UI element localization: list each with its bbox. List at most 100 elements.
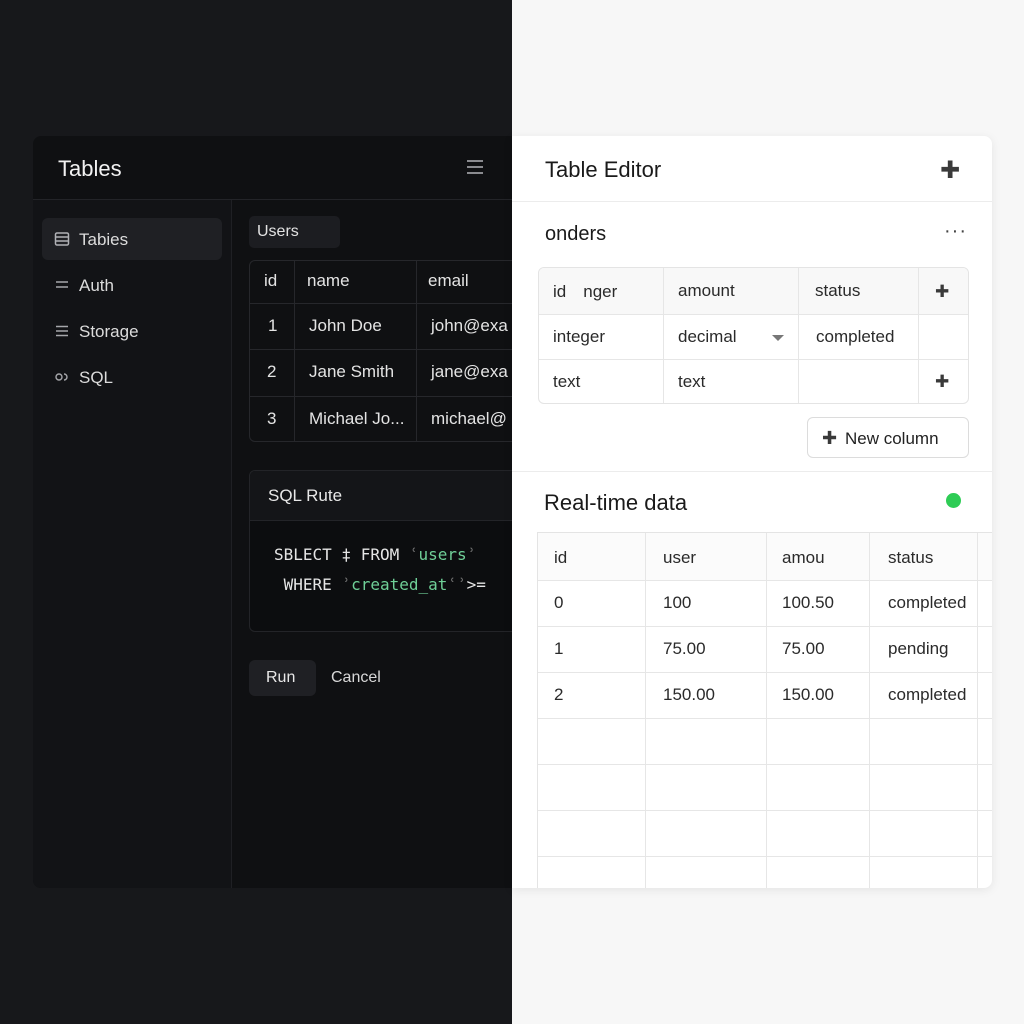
- column-header[interactable]: id: [554, 548, 567, 568]
- schema-table: id nger amount status ✚ integer decimal …: [538, 267, 969, 404]
- sidebar-item-sql[interactable]: SQL: [42, 356, 222, 398]
- table-cell[interactable]: Jane Smith: [309, 362, 394, 382]
- light-app-window: Table Editor ✚ onders ··· id nger amount…: [512, 136, 992, 888]
- row-divider: [538, 718, 992, 719]
- add-column-plus-icon[interactable]: ✚: [935, 282, 949, 302]
- new-column-button[interactable]: ✚ New column: [807, 417, 969, 458]
- row-divider: [250, 349, 512, 350]
- type-select[interactable]: decimal: [678, 327, 737, 347]
- table-cell[interactable]: 75.00: [782, 639, 825, 659]
- column-header[interactable]: id: [264, 271, 277, 291]
- column-header[interactable]: amount: [678, 281, 735, 301]
- realtime-table: id user amou status 0 100 100.50 complet…: [537, 532, 992, 888]
- table-cell[interactable]: Michael Jo...: [309, 409, 404, 429]
- column-divider: [663, 268, 664, 403]
- menu-icon: [54, 277, 70, 293]
- sidebar-item-label: Storage: [79, 322, 139, 341]
- cancel-button-label: Cancel: [331, 669, 381, 686]
- table-cell[interactable]: 1: [268, 316, 277, 336]
- sidebar: Tabies Auth Storage SQL: [33, 200, 232, 888]
- column-divider: [869, 533, 870, 888]
- column-header[interactable]: email: [428, 271, 469, 291]
- table-cell[interactable]: John Doe: [309, 316, 382, 336]
- add-row-plus-icon[interactable]: ✚: [935, 372, 949, 392]
- column-header[interactable]: status: [888, 548, 933, 568]
- tab-label: Users: [257, 223, 299, 240]
- column-divider: [294, 261, 295, 441]
- table-name: onders: [545, 223, 607, 245]
- sql-editor-header: SQL Rute: [250, 471, 512, 521]
- table-cell[interactable]: jane@exa: [431, 362, 508, 382]
- column-divider: [416, 261, 417, 441]
- run-button[interactable]: Run: [249, 660, 316, 696]
- row-divider: [538, 810, 992, 811]
- type-cell[interactable]: text: [553, 372, 580, 392]
- new-column-label: New column: [845, 429, 939, 448]
- type-cell[interactable]: text: [678, 372, 705, 392]
- type-cell[interactable]: integer: [553, 327, 605, 347]
- column-divider: [798, 268, 799, 403]
- users-table: id name email 1 John Doe john@exa 2 Jane…: [249, 260, 512, 442]
- live-status-dot-icon: [946, 493, 961, 508]
- table-cell[interactable]: 1: [554, 639, 563, 659]
- column-header[interactable]: user: [663, 548, 696, 568]
- row-divider: [539, 314, 968, 315]
- sidebar-item-label: SQL: [79, 368, 114, 387]
- editor-header: Table Editor ✚: [512, 136, 992, 202]
- tab-users[interactable]: Users: [249, 216, 340, 248]
- sidebar-item-label: Tabies: [79, 230, 129, 249]
- row-divider: [250, 396, 512, 397]
- column-divider: [918, 268, 919, 403]
- row-divider: [538, 672, 992, 673]
- table-cell[interactable]: john@exa: [431, 316, 508, 336]
- table-cell[interactable]: completed: [888, 685, 966, 705]
- table-cell[interactable]: pending: [888, 639, 949, 659]
- row-divider: [538, 764, 992, 765]
- type-cell[interactable]: completed: [816, 327, 894, 347]
- table-cell[interactable]: 100: [663, 593, 691, 613]
- sql-line-2[interactable]: WHERE ʾcreated_atʿʾ>=: [274, 575, 486, 594]
- sidebar-item-label: Auth: [79, 276, 114, 295]
- dark-header: Tables: [33, 136, 512, 200]
- column-divider: [766, 533, 767, 888]
- sidebar-item-auth[interactable]: Auth: [42, 264, 222, 306]
- column-header[interactable]: id nger: [553, 282, 617, 302]
- column-header[interactable]: status: [815, 281, 860, 301]
- row-divider: [538, 856, 992, 857]
- table-cell[interactable]: 150.00: [782, 685, 834, 705]
- table-cell[interactable]: 75.00: [663, 639, 706, 659]
- table-cell[interactable]: 0: [554, 593, 563, 613]
- table-cell[interactable]: 150.00: [663, 685, 715, 705]
- hamburger-menu-icon[interactable]: [467, 160, 483, 174]
- sql-editor-title: SQL Rute: [268, 486, 343, 505]
- table-cell[interactable]: completed: [888, 593, 966, 613]
- menu-icon: [54, 323, 70, 339]
- add-table-plus-icon[interactable]: ✚: [940, 156, 960, 185]
- table-cell[interactable]: 3: [267, 409, 276, 429]
- chevron-down-icon[interactable]: [772, 335, 784, 341]
- section-divider: [512, 471, 992, 472]
- cancel-button[interactable]: Cancel: [325, 660, 395, 696]
- link-icon: [54, 369, 70, 385]
- row-divider: [538, 580, 992, 581]
- sql-line-1[interactable]: SBLECT ‡ FROM ʿusersʾ: [274, 545, 476, 564]
- sidebar-item-storage[interactable]: Storage: [42, 310, 222, 352]
- database-icon: [54, 231, 70, 247]
- realtime-title: Real-time data: [544, 490, 688, 515]
- dark-app-window: Tables Tabies Auth Storage SQL Users id …: [33, 136, 512, 888]
- column-divider: [977, 533, 978, 888]
- column-header[interactable]: amou: [782, 548, 825, 568]
- row-divider: [539, 359, 968, 360]
- table-cell[interactable]: 100.50: [782, 593, 834, 613]
- column-header[interactable]: name: [307, 271, 350, 291]
- row-divider: [250, 303, 512, 304]
- sql-editor[interactable]: SQL Rute SBLECT ‡ FROM ʿusersʾ WHERE ʾcr…: [249, 470, 512, 632]
- column-divider: [645, 533, 646, 888]
- more-options-icon[interactable]: ···: [944, 220, 967, 243]
- table-cell[interactable]: michael@: [431, 409, 507, 429]
- plus-icon: ✚: [822, 428, 838, 448]
- table-cell[interactable]: 2: [267, 362, 276, 382]
- editor-title: Table Editor: [545, 157, 662, 182]
- sidebar-item-tables[interactable]: Tabies: [42, 218, 222, 260]
- table-cell[interactable]: 2: [554, 685, 563, 705]
